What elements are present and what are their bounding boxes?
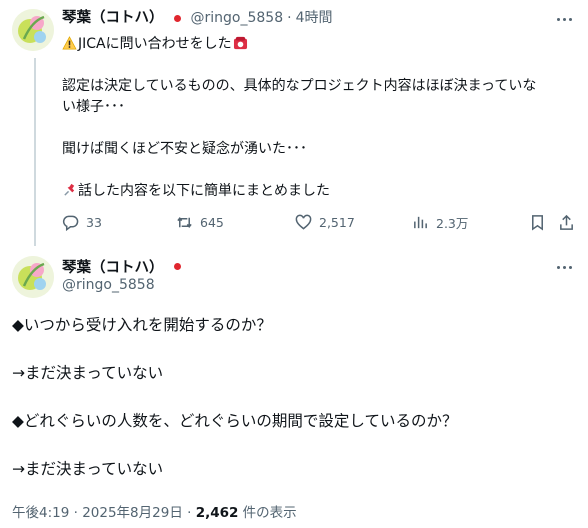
main-tweet-text: ◆いつから受け入れを開始するのか？ →まだ決まっていない ◆どれぐらいの人数を、… (12, 313, 578, 481)
main-line-5: ◆どれぐらいの人数を、どれぐらいの期間で設定しているのか？ (12, 412, 458, 430)
share-button[interactable] (558, 212, 582, 232)
reply-header: 琴葉（コトハ） @ringo_5858 · 4時間 (62, 9, 332, 27)
main-author: 琴葉（コトハ） (62, 256, 191, 277)
heart-icon (295, 214, 312, 230)
retweet-button[interactable]: 645 (176, 212, 224, 232)
share-icon (560, 214, 573, 230)
bookmark-icon (532, 214, 543, 231)
reply-action-bar: 33 645 2,517 2.3万 (62, 212, 578, 232)
reply-line-3: 認定は決定しているものの、具体的なプロジェクト内容はほぼ決まっていな (62, 78, 537, 94)
retweet-icon (177, 216, 192, 228)
reply-count: 33 (86, 214, 102, 230)
like-count: 2,517 (319, 214, 355, 230)
views-bar-icon (414, 216, 427, 228)
main-line-3: →まだ決まっていない (12, 364, 164, 382)
avatar[interactable] (12, 256, 54, 298)
warning-icon (62, 36, 77, 50)
avatar[interactable] (12, 9, 54, 51)
reply-line-4: い様子･･･ (62, 99, 125, 115)
japan-flag-icon (170, 13, 185, 24)
reply-tweet-text: JICAに問い合わせをした 認定は決定しているものの、具体的なプロジェクト内容は… (62, 34, 562, 202)
author-handle[interactable]: @ringo_5858 (191, 9, 284, 27)
pushpin-icon (64, 183, 75, 196)
bookmark-button[interactable] (529, 212, 553, 232)
separator-dot: · (287, 10, 292, 26)
more-icon[interactable] (553, 10, 575, 28)
tweet-view-count: 2,462 (195, 505, 239, 521)
author-name[interactable]: 琴葉（コトハ） (62, 9, 164, 27)
main-line-7: →まだ決まっていない (12, 460, 164, 478)
main-line-1: ◆いつから受け入れを開始するのか？ (12, 316, 272, 334)
author-name[interactable]: 琴葉（コトハ） (62, 256, 164, 277)
views-button[interactable]: 2.3万 (412, 212, 468, 232)
reply-line-6: 聞けば聞くほど不安と疑念が湧いた･･･ (62, 141, 307, 157)
more-icon[interactable] (553, 258, 575, 276)
like-button[interactable]: 2,517 (295, 212, 355, 232)
reply-line-1: JICAに問い合わせをした (78, 36, 232, 52)
view-count: 2.3万 (436, 215, 469, 231)
author-handle[interactable]: @ringo_5858 (62, 277, 155, 293)
japan-flag-icon (170, 261, 185, 272)
tweet-view-suffix: 件の表示 (238, 505, 297, 521)
retweet-count: 645 (200, 214, 224, 230)
telephone-icon (233, 36, 247, 50)
reply-icon (62, 215, 79, 231)
tweet-timestamp[interactable]: 午後4:19 · 2025年8月29日 · (12, 505, 196, 521)
tweet-time[interactable]: 4時間 (296, 9, 333, 27)
thread-line (34, 58, 36, 246)
reply-line-8: 話した内容を以下に簡単にまとめました (78, 183, 330, 199)
reply-button[interactable]: 33 (62, 212, 102, 232)
tweet-meta: 午後4:19 · 2025年8月29日 · 2,462 件の表示 (12, 501, 297, 521)
